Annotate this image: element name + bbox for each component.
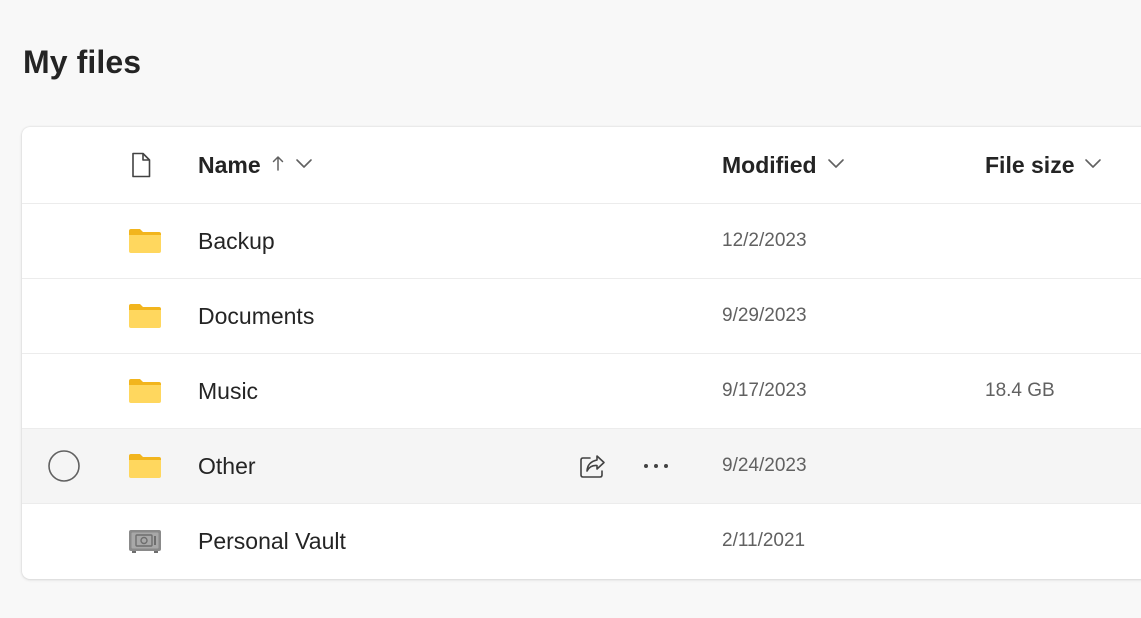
- file-name-link[interactable]: Other: [198, 453, 256, 480]
- column-header-modified[interactable]: Modified: [722, 127, 845, 203]
- page-title: My files: [23, 44, 142, 80]
- folder-icon: [128, 279, 162, 353]
- table-row[interactable]: Other 9/24/2023: [22, 429, 1141, 504]
- folder-icon: [128, 204, 162, 278]
- modified-date: 9/17/2023: [722, 380, 807, 401]
- column-header-name-label: Name: [198, 151, 261, 178]
- column-header-name[interactable]: Name: [198, 127, 313, 203]
- page: My files Name Modified File size Backup …: [0, 0, 1141, 618]
- file-name-link[interactable]: Personal Vault: [198, 528, 346, 555]
- folder-icon: [128, 429, 162, 503]
- vault-icon: [128, 504, 162, 578]
- modified-date: 12/2/2023: [722, 230, 807, 251]
- column-header-file-size-label: File size: [985, 151, 1075, 178]
- file-list: Name Modified File size Backup 12/2/2023…: [22, 127, 1141, 579]
- chevron-down-icon[interactable]: [1084, 156, 1102, 174]
- modified-date: 9/29/2023: [722, 305, 807, 326]
- table-row[interactable]: Documents 9/29/2023: [22, 279, 1141, 354]
- table-row[interactable]: Personal Vault 2/11/2021: [22, 504, 1141, 578]
- chevron-down-icon[interactable]: [827, 156, 845, 174]
- share-icon[interactable]: [578, 429, 608, 503]
- file-name-link[interactable]: Documents: [198, 303, 314, 330]
- file-size: 18.4 GB: [985, 380, 1055, 401]
- file-list-header: Name Modified File size: [22, 127, 1141, 204]
- sort-ascending-icon: [271, 154, 285, 177]
- file-name-link[interactable]: Music: [198, 378, 258, 405]
- row-select-checkbox[interactable]: [47, 429, 81, 503]
- modified-date: 9/24/2023: [722, 455, 807, 476]
- column-header-file-size[interactable]: File size: [985, 127, 1102, 203]
- table-row[interactable]: Music 9/17/2023 18.4 GB: [22, 354, 1141, 429]
- folder-icon: [128, 354, 162, 428]
- file-name-link[interactable]: Backup: [198, 228, 275, 255]
- table-row[interactable]: Backup 12/2/2023: [22, 204, 1141, 279]
- more-options-icon[interactable]: [642, 429, 670, 503]
- chevron-down-icon[interactable]: [295, 156, 313, 174]
- file-type-icon[interactable]: [128, 127, 154, 203]
- modified-date: 2/11/2021: [722, 530, 806, 551]
- column-header-modified-label: Modified: [722, 151, 817, 178]
